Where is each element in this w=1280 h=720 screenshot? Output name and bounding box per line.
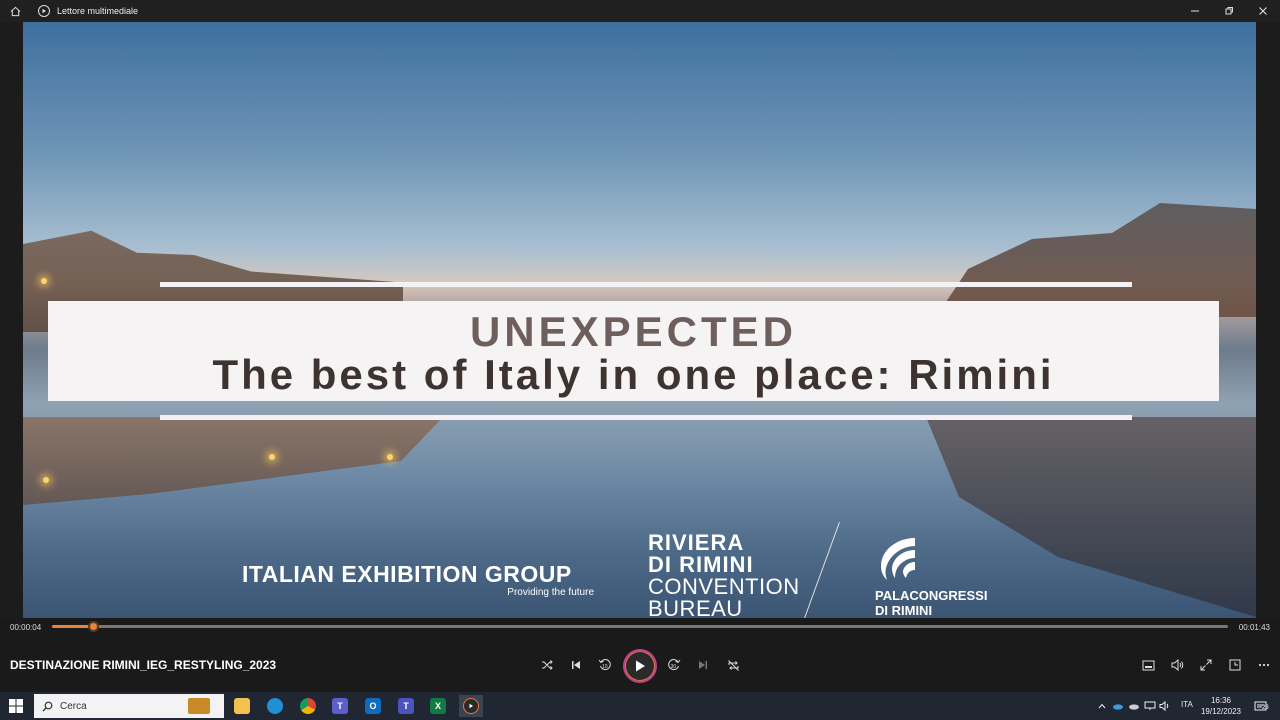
street-lamp-reflection — [269, 454, 275, 460]
chrome-icon[interactable] — [297, 695, 319, 717]
media-player-icon[interactable] — [459, 695, 483, 717]
video-frame[interactable]: UNEXPECTED The best of Italy in one plac… — [23, 22, 1256, 618]
riviera-line1: RIVIERA — [648, 530, 745, 555]
teams-icon[interactable]: T — [329, 695, 351, 717]
more-icon[interactable] — [1252, 653, 1276, 677]
file-explorer-icon[interactable] — [231, 695, 253, 717]
play-icon — [636, 660, 645, 672]
restore-icon[interactable] — [1212, 0, 1246, 22]
duration-time: 00:01:43 — [1238, 623, 1270, 632]
riviera-line2: DI RIMINI — [648, 552, 754, 577]
logo-palacongressi: PALACONGRESSI DI RIMINI — [875, 532, 1005, 617]
svg-text:10: 10 — [602, 664, 608, 670]
compact-view-icon[interactable] — [1223, 653, 1247, 677]
rewind-10-icon[interactable]: 10 — [593, 653, 617, 677]
pala-line2: DI RIMINI — [875, 603, 933, 618]
volume-icon[interactable] — [1165, 653, 1189, 677]
play-button[interactable] — [623, 649, 657, 683]
fullscreen-icon[interactable] — [1194, 653, 1218, 677]
notification-count: 23 — [1262, 705, 1269, 711]
ieg-tagline: Providing the future — [507, 587, 594, 598]
street-lamp-reflection — [387, 454, 393, 460]
logo-riviera-di-rimini: RIVIERA DI RIMINI CONVENTION BUREAU — [648, 530, 818, 619]
player-controls: 00:00:04 00:01:43 DESTINAZIONE RIMINI_IE… — [0, 618, 1280, 692]
home-icon[interactable] — [0, 0, 30, 22]
ieg-name: ITALIAN EXHIBITION GROUP — [242, 561, 572, 587]
miniplayer-icon[interactable] — [1136, 653, 1160, 677]
taskbar: Cerca T O T X ITA 16:36 19/12/2023 23 — [0, 692, 1280, 720]
pala-line1: PALACONGRESSI — [875, 588, 988, 603]
window-title: Lettore multimediale — [57, 6, 139, 16]
windows-start-icon[interactable] — [8, 698, 24, 714]
onedrive-personal-icon[interactable] — [1128, 700, 1140, 712]
taskbar-search[interactable]: Cerca — [34, 694, 224, 718]
speaker-icon[interactable] — [1159, 700, 1171, 712]
search-highlight-icon — [188, 698, 210, 714]
current-time: 00:00:04 — [10, 623, 42, 632]
logo-italian-exhibition-group: ITALIAN EXHIBITION GROUP Providing the f… — [242, 561, 604, 598]
buildings-right — [936, 203, 1256, 317]
close-icon[interactable] — [1246, 0, 1280, 22]
edge-icon[interactable] — [264, 695, 286, 717]
teams-classic-icon[interactable]: T — [395, 695, 417, 717]
media-player-icon — [38, 5, 50, 17]
language-indicator[interactable]: ITA — [1181, 700, 1193, 709]
banner-line-bottom — [160, 415, 1132, 420]
tray-chevron-icon[interactable] — [1096, 700, 1108, 712]
seek-bar[interactable] — [52, 621, 1228, 632]
next-icon[interactable] — [691, 653, 715, 677]
headline-main: The best of Italy in one place: Rimini — [212, 351, 1055, 398]
title-bar: Lettore multimediale — [0, 0, 1280, 22]
street-lamp — [41, 278, 47, 284]
clock-date: 19/12/2023 — [1200, 707, 1242, 716]
svg-text:30: 30 — [671, 664, 677, 670]
riviera-line4: BUREAU — [648, 596, 743, 619]
street-lamp-reflection — [43, 477, 49, 483]
network-icon[interactable] — [1144, 700, 1156, 712]
onedrive-icon[interactable] — [1112, 700, 1124, 712]
outlook-icon[interactable]: O — [362, 695, 384, 717]
forward-30-icon[interactable]: 30 — [662, 653, 686, 677]
palacongressi-mark-icon — [881, 538, 915, 580]
excel-icon[interactable]: X — [427, 695, 449, 717]
seek-thumb[interactable] — [88, 621, 100, 632]
clock-time: 16:36 — [1210, 696, 1232, 705]
headline-banner: UNEXPECTED The best of Italy in one plac… — [48, 301, 1219, 401]
headline-top: UNEXPECTED — [469, 308, 798, 355]
reflection-left — [23, 417, 443, 505]
repeat-off-icon[interactable] — [721, 653, 745, 677]
banner-line-top — [160, 282, 1132, 287]
shuffle-icon[interactable] — [535, 653, 559, 677]
minimize-icon[interactable] — [1178, 0, 1212, 22]
notification-icon[interactable]: 23 — [1252, 700, 1269, 712]
clock[interactable]: 16:36 19/12/2023 — [1200, 695, 1242, 717]
previous-icon[interactable] — [564, 653, 588, 677]
media-title: DESTINAZIONE RIMINI_IEG_RESTYLING_2023 — [10, 658, 277, 672]
seek-progress — [52, 625, 94, 628]
search-placeholder: Cerca — [60, 700, 87, 712]
search-icon — [42, 701, 53, 711]
riviera-line3: CONVENTION — [648, 574, 800, 599]
